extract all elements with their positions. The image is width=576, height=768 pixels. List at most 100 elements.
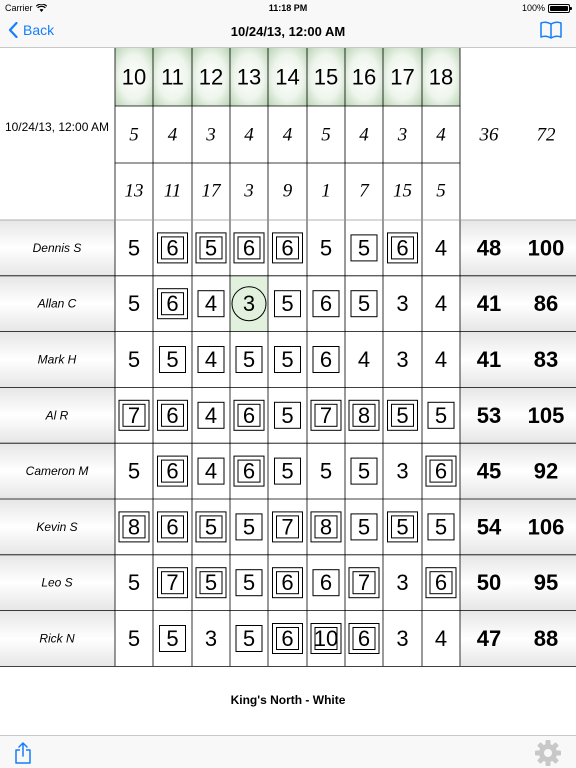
hole-score: 6 xyxy=(243,459,255,484)
player-name: Cameron M xyxy=(26,464,89,478)
share-icon xyxy=(15,742,31,764)
hole-score: 6 xyxy=(320,291,332,316)
hole-number: 16 xyxy=(352,65,376,90)
hole-score: 7 xyxy=(358,570,370,595)
hole-number: 17 xyxy=(390,65,414,90)
hole-score: 7 xyxy=(281,514,293,539)
player-round-total: 92 xyxy=(534,459,558,484)
hole-score: 6 xyxy=(166,291,178,316)
hole-score: 5 xyxy=(128,347,140,372)
hole-score: 6 xyxy=(435,459,447,484)
par-value: 4 xyxy=(436,125,446,146)
par-value: 4 xyxy=(283,125,293,146)
hole-number: 14 xyxy=(275,65,299,90)
player-round-total: 106 xyxy=(528,514,565,539)
hole-score: 5 xyxy=(205,570,217,595)
gear-icon xyxy=(535,740,561,766)
hole-score: 8 xyxy=(320,514,332,539)
player-total: 48 xyxy=(477,235,501,260)
hole-score: 5 xyxy=(128,570,140,595)
par-value: 4 xyxy=(359,125,369,146)
hole-score: 6 xyxy=(166,235,178,260)
hole-number: 10 xyxy=(122,65,146,90)
hole-score: 5 xyxy=(243,514,255,539)
hole-score: 5 xyxy=(243,570,255,595)
hole-score: 8 xyxy=(358,403,370,428)
hole-score: 3 xyxy=(243,291,255,316)
player-name: Mark H xyxy=(38,353,77,367)
hole-score: 4 xyxy=(205,347,217,372)
hole-score: 5 xyxy=(358,291,370,316)
handicap-value: 7 xyxy=(359,181,370,202)
hole-score: 6 xyxy=(243,235,255,260)
hole-score: 4 xyxy=(435,235,447,260)
hole-score: 6 xyxy=(281,626,293,651)
player-round-total: 105 xyxy=(528,403,565,428)
hole-score: 6 xyxy=(166,403,178,428)
par-value: 4 xyxy=(168,125,178,146)
handicap-value: 1 xyxy=(321,181,331,202)
bottom-toolbar xyxy=(0,735,576,768)
player-round-total: 88 xyxy=(534,626,558,651)
hole-score: 5 xyxy=(243,626,255,651)
hole-score: 5 xyxy=(205,235,217,260)
par-value: 5 xyxy=(321,125,331,146)
hole-score: 6 xyxy=(396,235,408,260)
hole-score: 5 xyxy=(281,291,293,316)
player-round-total: 100 xyxy=(528,235,565,260)
hole-score: 4 xyxy=(358,347,370,372)
player-total: 53 xyxy=(477,403,501,428)
player-round-total: 86 xyxy=(534,291,558,316)
player-total: 47 xyxy=(477,626,501,651)
hole-number: 11 xyxy=(161,65,184,90)
hole-score: 3 xyxy=(396,570,408,595)
player-total: 50 xyxy=(477,570,501,595)
hole-score: 4 xyxy=(435,626,447,651)
hole-score: 6 xyxy=(358,626,370,651)
hole-score: 5 xyxy=(281,403,293,428)
hole-number: 18 xyxy=(429,65,453,90)
hole-score: 3 xyxy=(396,626,408,651)
par-total: 36 xyxy=(479,125,500,146)
handicap-value: 11 xyxy=(164,181,182,202)
hole-score: 6 xyxy=(243,403,255,428)
book-button[interactable] xyxy=(540,20,562,45)
hole-score: 6 xyxy=(166,459,178,484)
player-round-total: 95 xyxy=(534,570,558,595)
hole-score: 5 xyxy=(128,291,140,316)
player-name: Kevin S xyxy=(36,520,77,534)
book-icon xyxy=(540,21,562,39)
hole-score: 5 xyxy=(358,235,370,260)
handicap-value: 5 xyxy=(436,181,446,202)
handicap-value: 13 xyxy=(125,181,144,202)
hole-score: 4 xyxy=(435,347,447,372)
hole-score: 5 xyxy=(281,347,293,372)
hole-score: 5 xyxy=(205,514,217,539)
par-value: 3 xyxy=(397,125,408,146)
hole-score: 4 xyxy=(205,459,217,484)
page-title: 10/24/13, 12:00 AM xyxy=(230,24,346,39)
hole-score: 5 xyxy=(166,347,178,372)
hole-score: 5 xyxy=(396,514,408,539)
hole-score: 5 xyxy=(435,403,447,428)
hole-score: 6 xyxy=(320,570,332,595)
hole-score: 5 xyxy=(166,626,178,651)
settings-button[interactable] xyxy=(534,739,562,768)
hole-score: 6 xyxy=(166,514,178,539)
hole-score: 5 xyxy=(358,459,370,484)
hole-score: 7 xyxy=(320,403,332,428)
status-bar: Carrier 11:18 PM 100% xyxy=(0,0,576,16)
navigation-bar: Back 10/24/13, 12:00 AM xyxy=(0,16,576,48)
hole-score: 4 xyxy=(205,403,217,428)
hole-score: 5 xyxy=(128,235,140,260)
player-total: 54 xyxy=(477,514,502,539)
share-button[interactable] xyxy=(14,742,32,768)
hole-score: 7 xyxy=(128,403,140,428)
player-name: Leo S xyxy=(41,576,72,590)
hole-score: 5 xyxy=(435,514,447,539)
battery-icon xyxy=(548,3,572,13)
hole-score: 4 xyxy=(205,291,217,316)
battery-percent: 100% xyxy=(521,3,545,13)
hole-score: 7 xyxy=(166,570,178,595)
par-round-total: 72 xyxy=(537,125,557,146)
